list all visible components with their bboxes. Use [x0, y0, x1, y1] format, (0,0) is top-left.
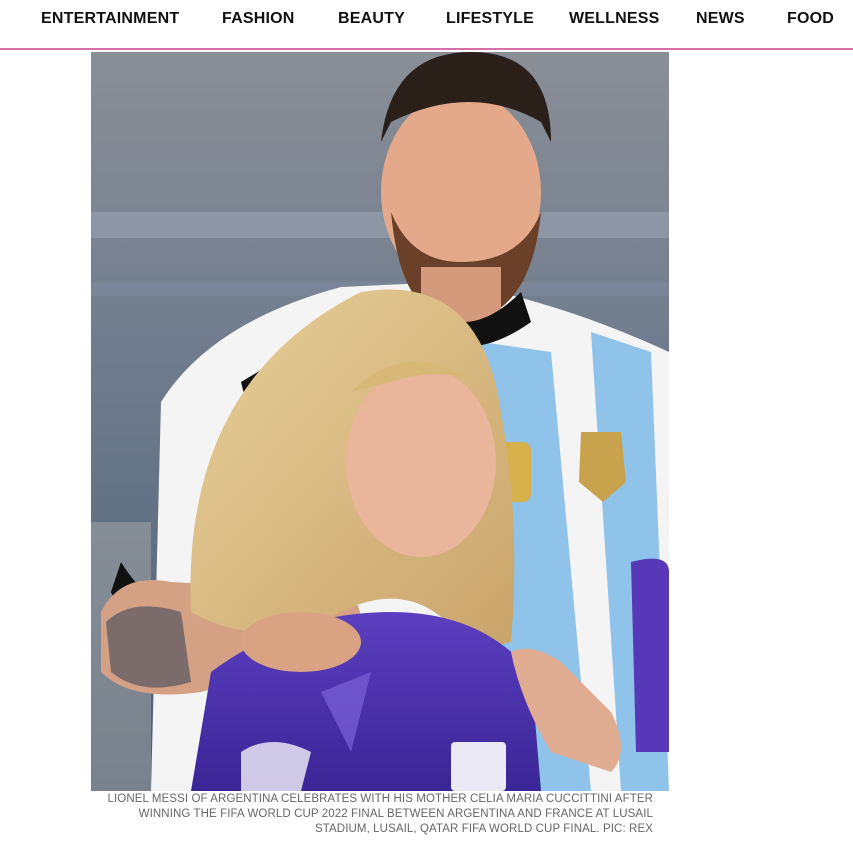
photo-caption: LIONEL MESSI OF ARGENTINA CELEBRATES WIT… — [107, 793, 653, 835]
nav-item-news[interactable]: NEWS — [696, 10, 745, 28]
nav-item-fashion[interactable]: FASHION — [222, 10, 295, 28]
article-photo — [91, 52, 669, 791]
top-navigation: ENTERTAINMENT FASHION BEAUTY LIFESTYLE W… — [0, 0, 853, 50]
nav-item-food[interactable]: FOOD — [787, 10, 834, 28]
photo-illustration — [91, 52, 669, 791]
nav-item-lifestyle[interactable]: LIFESTYLE — [446, 10, 534, 28]
nav-item-entertainment[interactable]: ENTERTAINMENT — [41, 10, 179, 28]
nav-item-wellness[interactable]: WELLNESS — [569, 10, 660, 28]
nav-item-beauty[interactable]: BEAUTY — [338, 10, 405, 28]
